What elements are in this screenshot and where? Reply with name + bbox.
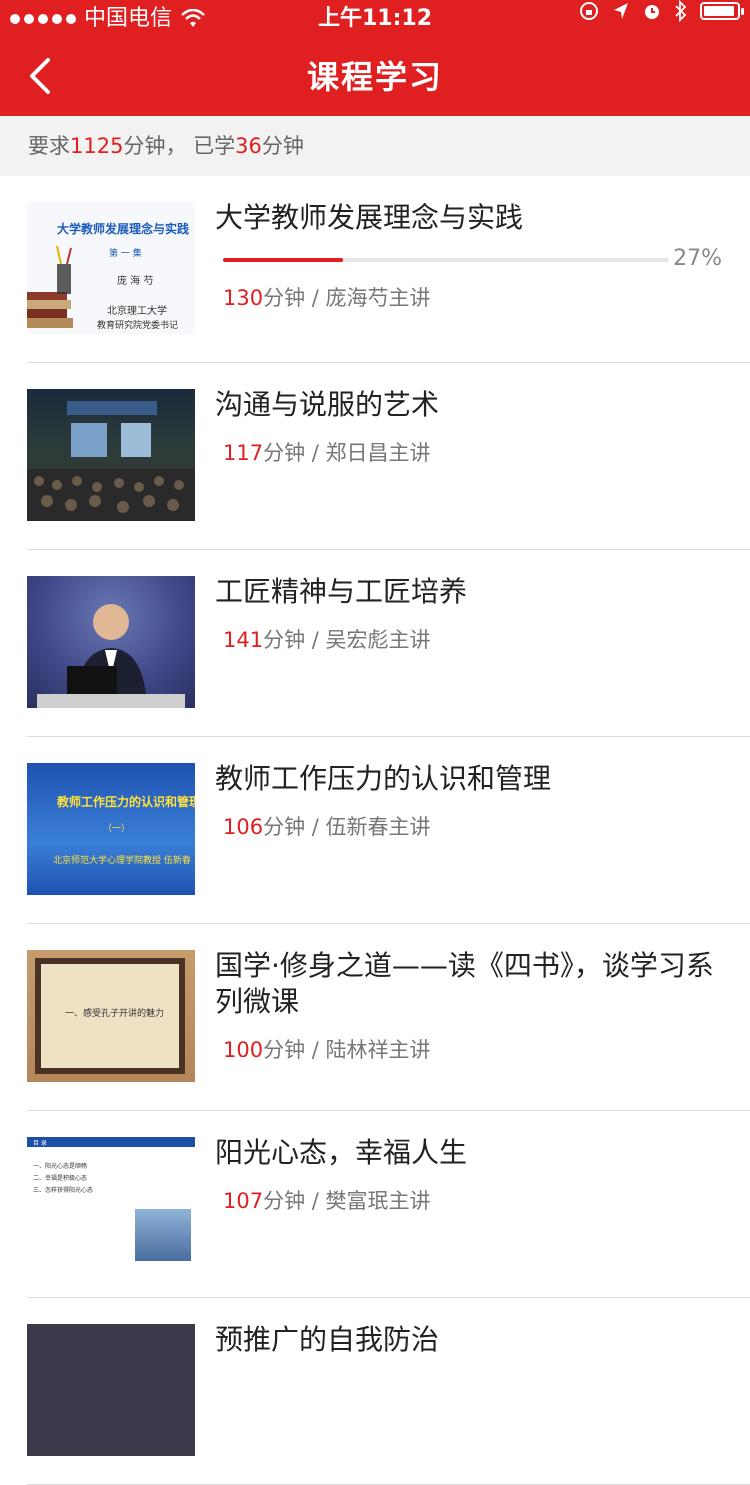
course-meta: 107分钟 / 樊富珉主讲 bbox=[223, 1185, 431, 1215]
course-lecturer: 樊富珉主讲 bbox=[325, 1189, 431, 1213]
rotation-lock-icon bbox=[580, 2, 598, 20]
required-unit: 分钟， bbox=[123, 134, 187, 158]
lecturer-photo-inset bbox=[135, 1209, 191, 1261]
thumb-episode: 第 一 集 bbox=[109, 249, 142, 259]
learned-prefix: 已学 bbox=[193, 134, 236, 158]
course-item[interactable]: 目 录 一、阳光心态是顺畅 二、幸福是积极心态 三、怎样获得阳光心态 阳光心态，… bbox=[27, 1111, 750, 1298]
course-thumbnail: 目 录 一、阳光心态是顺畅 二、幸福是积极心态 三、怎样获得阳光心态 bbox=[27, 1137, 195, 1269]
thumb-footer: 北京师范大学心理学院教授 伍新春 bbox=[53, 856, 191, 866]
course-lecturer: 伍新春主讲 bbox=[325, 815, 431, 839]
meta-separator: / bbox=[305, 815, 326, 839]
course-item[interactable]: 预推广的自我防治 bbox=[27, 1298, 750, 1485]
course-meta: 106分钟 / 伍新春主讲 bbox=[223, 811, 431, 841]
meta-separator: / bbox=[305, 1189, 326, 1213]
status-right bbox=[578, 0, 744, 22]
meta-separator: / bbox=[305, 441, 326, 465]
thumb-mark: （一） bbox=[103, 824, 131, 834]
page-title: 课程学习 bbox=[306, 58, 443, 96]
thumb-heading: 教师工作压力的认识和管理 bbox=[57, 795, 195, 809]
minutes-unit: 分钟 bbox=[263, 1038, 306, 1062]
course-item[interactable]: 工匠精神与工匠培养 141分钟 / 吴宏彪主讲 bbox=[27, 550, 750, 737]
progress-percent: 27% bbox=[673, 246, 722, 271]
course-thumbnail bbox=[27, 389, 195, 521]
course-title: 工匠精神与工匠培养 bbox=[215, 575, 468, 608]
course-minutes: 100 bbox=[223, 1038, 264, 1062]
course-list: 大学教师发展理念与实践 第 一 集 庞 海 芍 北京理工大学 教育研究院党委书记… bbox=[0, 176, 750, 1485]
course-lecturer: 陆林祥主讲 bbox=[325, 1038, 431, 1062]
lecturer-photo bbox=[37, 604, 185, 708]
required-minutes: 1125 bbox=[70, 134, 124, 158]
course-thumbnail: 教师工作压力的认识和管理 （一） 北京师范大学心理学院教授 伍新春 bbox=[27, 763, 195, 895]
course-title: 大学教师发展理念与实践 bbox=[215, 201, 524, 234]
course-thumbnail bbox=[27, 576, 195, 708]
learned-unit: 分钟 bbox=[261, 134, 304, 158]
course-minutes: 130 bbox=[223, 286, 264, 310]
course-lecturer: 郑日昌主讲 bbox=[325, 441, 431, 465]
course-title: 阳光心态，幸福人生 bbox=[215, 1136, 468, 1169]
course-meta: 130分钟 / 庞海芍主讲 bbox=[223, 282, 431, 312]
course-item[interactable]: 一、感受孔子开讲的魅力 国学·修身之道——读《四书》，谈学习系列微课 100分钟… bbox=[27, 924, 750, 1111]
thumb-line: 三、怎样获得阳光心态 bbox=[33, 1187, 94, 1194]
course-lecturer: 吴宏彪主讲 bbox=[325, 628, 431, 652]
meta-separator: / bbox=[305, 286, 326, 310]
thumb-header-bar bbox=[27, 1137, 195, 1147]
thumb-org-title: 教育研究院党委书记 bbox=[97, 321, 179, 331]
course-thumbnail bbox=[27, 1324, 195, 1456]
study-summary: 要求1125分钟， 已学36分钟 bbox=[0, 116, 750, 176]
lecture-hall-photo bbox=[27, 401, 195, 521]
alarm-icon bbox=[645, 5, 659, 19]
course-title: 教师工作压力的认识和管理 bbox=[215, 762, 552, 795]
progress-fill bbox=[223, 258, 344, 262]
thumb-line: 一、阳光心态是顺畅 bbox=[33, 1163, 88, 1170]
progress-bar bbox=[223, 258, 669, 262]
course-title: 沟通与说服的艺术 bbox=[215, 388, 440, 421]
thumb-name: 庞 海 芍 bbox=[117, 276, 154, 287]
meta-separator: / bbox=[305, 1038, 326, 1062]
course-minutes: 107 bbox=[223, 1189, 264, 1213]
battery-icon bbox=[700, 2, 744, 20]
course-title: 预推广的自我防治 bbox=[215, 1323, 440, 1356]
course-meta: 141分钟 / 吴宏彪主讲 bbox=[223, 624, 431, 654]
bluetooth-icon bbox=[675, 0, 687, 22]
course-meta: 100分钟 / 陆林祥主讲 bbox=[223, 1034, 431, 1064]
minutes-unit: 分钟 bbox=[263, 441, 306, 465]
course-thumbnail: 大学教师发展理念与实践 第 一 集 庞 海 芍 北京理工大学 教育研究院党委书记 bbox=[27, 202, 195, 334]
minutes-unit: 分钟 bbox=[263, 1189, 306, 1213]
status-bar: 中国电信 上午11:12 bbox=[0, 0, 750, 38]
course-minutes: 141 bbox=[223, 628, 264, 652]
course-thumbnail: 一、感受孔子开讲的魅力 bbox=[27, 950, 195, 1082]
nav-bar: 课程学习 bbox=[0, 38, 750, 116]
minutes-unit: 分钟 bbox=[263, 815, 306, 839]
books-illustration bbox=[27, 245, 73, 328]
required-prefix: 要求 bbox=[28, 134, 70, 158]
course-item[interactable]: 大学教师发展理念与实践 第 一 集 庞 海 芍 北京理工大学 教育研究院党委书记… bbox=[27, 176, 750, 363]
thumb-header: 目 录 bbox=[33, 1140, 47, 1147]
course-lecturer: 庞海芍主讲 bbox=[325, 286, 431, 310]
course-item[interactable]: 沟通与说服的艺术 117分钟 / 郑日昌主讲 bbox=[27, 363, 750, 550]
minutes-unit: 分钟 bbox=[263, 628, 306, 652]
course-minutes: 106 bbox=[223, 815, 264, 839]
thumb-line: 二、幸福是积极心态 bbox=[33, 1175, 88, 1182]
meta-separator: / bbox=[305, 628, 326, 652]
location-icon bbox=[614, 3, 628, 19]
course-meta: 117分钟 / 郑日昌主讲 bbox=[223, 437, 431, 467]
learned-minutes: 36 bbox=[235, 134, 262, 158]
thumb-text: 一、感受孔子开讲的魅力 bbox=[65, 1009, 165, 1019]
minutes-unit: 分钟 bbox=[263, 286, 306, 310]
thumb-heading: 大学教师发展理念与实践 bbox=[57, 222, 190, 236]
course-minutes: 117 bbox=[223, 441, 264, 465]
thumb-org: 北京理工大学 bbox=[107, 306, 167, 317]
course-title: 国学·修身之道——读《四书》，谈学习系列微课 bbox=[215, 949, 714, 1018]
course-item[interactable]: 教师工作压力的认识和管理 （一） 北京师范大学心理学院教授 伍新春 教师工作压力… bbox=[27, 737, 750, 924]
